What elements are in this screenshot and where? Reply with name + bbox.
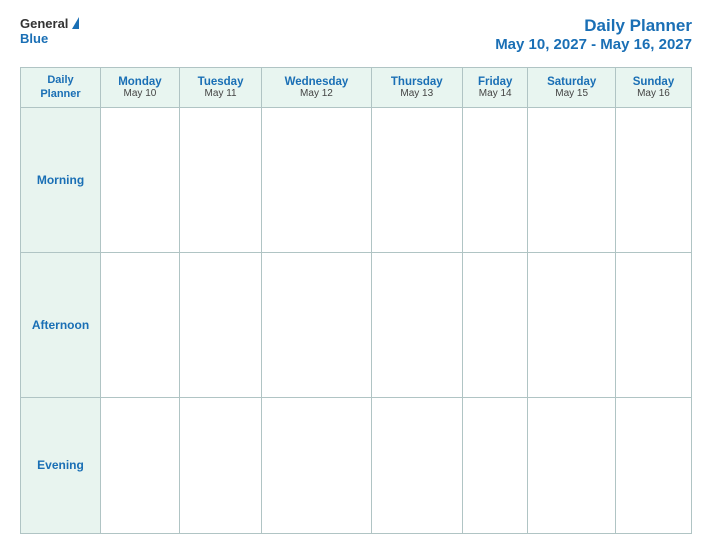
calendar-table: DailyPlanner Monday May 10 Tuesday May 1… bbox=[20, 67, 692, 534]
cell-afternoon-sat[interactable] bbox=[528, 252, 616, 397]
cell-evening-fri[interactable] bbox=[462, 397, 527, 533]
header-title-block: Daily Planner May 10, 2027 - May 16, 202… bbox=[495, 16, 692, 53]
cell-evening-sun[interactable] bbox=[615, 397, 691, 533]
th-tuesday: Tuesday May 11 bbox=[179, 68, 261, 108]
row-evening: Evening bbox=[21, 397, 692, 533]
header-row: DailyPlanner Monday May 10 Tuesday May 1… bbox=[21, 68, 692, 108]
cell-evening-wed[interactable] bbox=[262, 397, 371, 533]
label-evening: Evening bbox=[21, 397, 101, 533]
cell-morning-sun[interactable] bbox=[615, 107, 691, 252]
th-monday: Monday May 10 bbox=[101, 68, 180, 108]
th-sunday: Sunday May 16 bbox=[615, 68, 691, 108]
cell-morning-thu[interactable] bbox=[371, 107, 462, 252]
cell-afternoon-wed[interactable] bbox=[262, 252, 371, 397]
cell-evening-thu[interactable] bbox=[371, 397, 462, 533]
cell-evening-tue[interactable] bbox=[179, 397, 261, 533]
th-friday: Friday May 14 bbox=[462, 68, 527, 108]
cell-morning-wed[interactable] bbox=[262, 107, 371, 252]
cell-morning-fri[interactable] bbox=[462, 107, 527, 252]
page: General Blue Daily Planner May 10, 2027 … bbox=[0, 0, 712, 550]
cell-morning-tue[interactable] bbox=[179, 107, 261, 252]
title-main: Daily Planner bbox=[495, 16, 692, 36]
header: General Blue Daily Planner May 10, 2027 … bbox=[20, 16, 692, 53]
cell-afternoon-fri[interactable] bbox=[462, 252, 527, 397]
cell-afternoon-tue[interactable] bbox=[179, 252, 261, 397]
row-morning: Morning bbox=[21, 107, 692, 252]
title-date: May 10, 2027 - May 16, 2027 bbox=[495, 36, 692, 53]
logo-blue-text: Blue bbox=[20, 31, 48, 46]
cell-evening-sat[interactable] bbox=[528, 397, 616, 533]
logo-triangle-icon bbox=[72, 17, 79, 29]
label-morning: Morning bbox=[21, 107, 101, 252]
cell-morning-sat[interactable] bbox=[528, 107, 616, 252]
cell-afternoon-sun[interactable] bbox=[615, 252, 691, 397]
cell-afternoon-thu[interactable] bbox=[371, 252, 462, 397]
th-thursday: Thursday May 13 bbox=[371, 68, 462, 108]
cell-morning-mon[interactable] bbox=[101, 107, 180, 252]
cell-afternoon-mon[interactable] bbox=[101, 252, 180, 397]
th-wednesday: Wednesday May 12 bbox=[262, 68, 371, 108]
logo-general-text: General bbox=[20, 16, 68, 31]
th-saturday: Saturday May 15 bbox=[528, 68, 616, 108]
logo: General Blue bbox=[20, 16, 79, 46]
th-daily: DailyPlanner bbox=[25, 73, 96, 102]
cell-evening-mon[interactable] bbox=[101, 397, 180, 533]
label-afternoon: Afternoon bbox=[21, 252, 101, 397]
th-label-cell: DailyPlanner bbox=[21, 68, 101, 108]
row-afternoon: Afternoon bbox=[21, 252, 692, 397]
